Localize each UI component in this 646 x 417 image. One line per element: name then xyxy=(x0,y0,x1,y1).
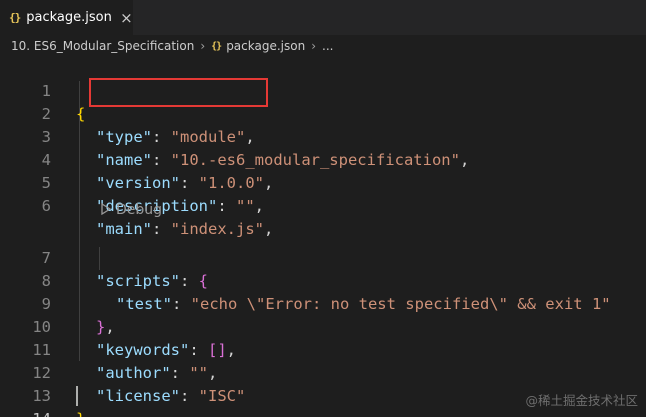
debug-codelens[interactable]: Debug xyxy=(101,198,162,222)
codelens-row: Debug xyxy=(0,198,646,222)
code-line: 1 { xyxy=(0,57,646,123)
code-line: 5 "description": "", xyxy=(0,149,646,215)
tab-package-json[interactable]: {} package.json × xyxy=(0,0,133,35)
code-editor[interactable]: 1 { 2 "type": "module", 3 "name": "10.-e… xyxy=(0,57,646,417)
watermark: @稀土掘金技术社区 xyxy=(525,393,638,408)
code-line: 13 } xyxy=(0,362,646,417)
editor-window: {} package.json × 10. ES6_Modular_Specif… xyxy=(0,0,646,417)
chevron-right-icon: › xyxy=(200,39,206,53)
json-file-icon: {} xyxy=(9,11,21,24)
breadcrumb: 10. ES6_Modular_Specification › {} packa… xyxy=(0,35,646,57)
tab-bar: {} package.json × xyxy=(0,0,646,35)
code-line: 6 "main": "index.js", xyxy=(0,172,646,238)
breadcrumb-folder[interactable]: 10. ES6_Modular_Specification xyxy=(11,39,194,53)
code-line: 10 "keywords": [], xyxy=(0,293,646,359)
text-cursor xyxy=(76,386,78,406)
code-line: 12 "license": "ISC" xyxy=(0,339,646,405)
code-line: 4 "version": "1.0.0", xyxy=(0,126,646,192)
line-number: 14 xyxy=(0,408,51,417)
code-line: 9 }, xyxy=(0,270,646,336)
highlight-annotation-box xyxy=(89,78,268,107)
chevron-right-icon: › xyxy=(311,39,317,53)
breadcrumb-more[interactable]: ... xyxy=(322,39,333,53)
code-line: 7 "scripts": { xyxy=(0,224,646,290)
play-icon xyxy=(101,202,112,216)
close-icon[interactable]: × xyxy=(120,9,133,27)
code-line: 11 "author": "", xyxy=(0,316,646,382)
breadcrumb-file[interactable]: package.json xyxy=(226,39,305,53)
code-token: } xyxy=(76,410,85,417)
tab-label: package.json xyxy=(26,10,112,25)
code-line: 8 "test": "echo \"Error: no test specifi… xyxy=(0,247,646,313)
json-file-icon: {} xyxy=(211,40,222,52)
debug-label: Debug xyxy=(116,202,163,218)
